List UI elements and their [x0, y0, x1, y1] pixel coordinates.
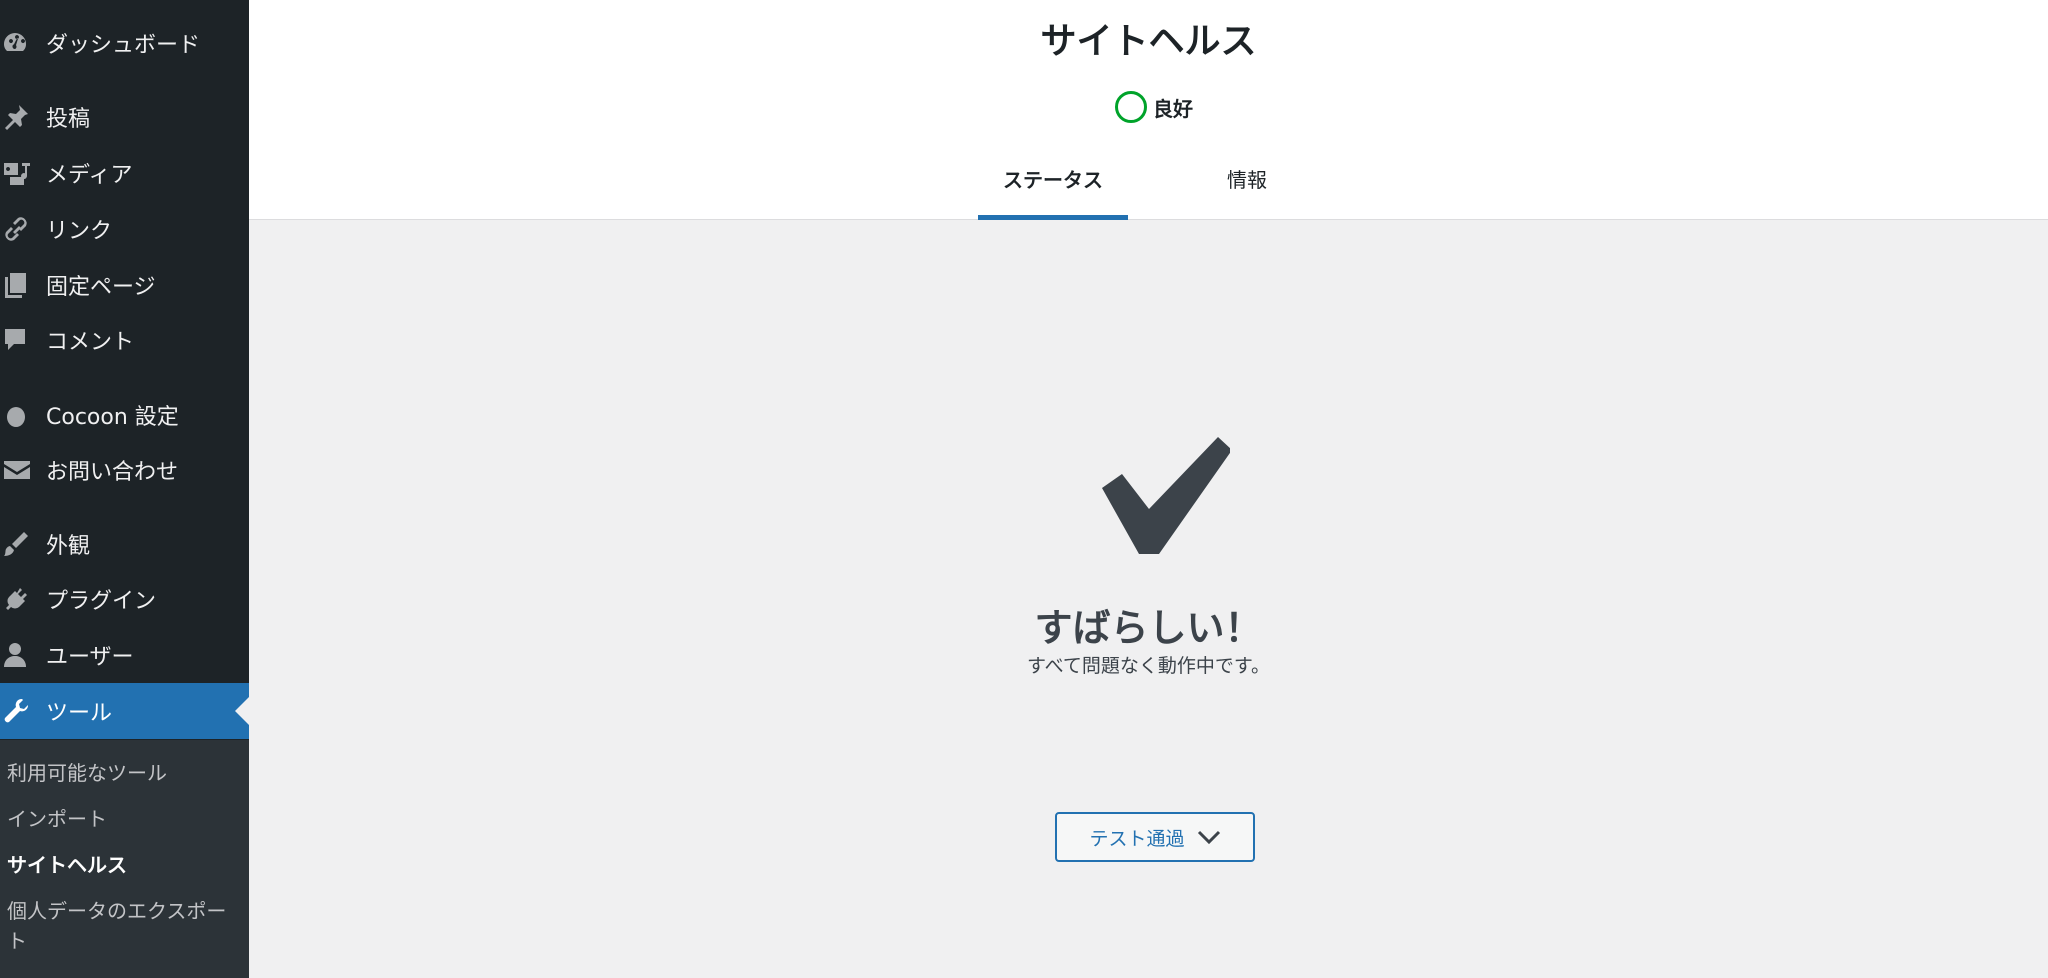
result-subtitle: すべて問題なく動作中です。: [1026, 655, 1270, 677]
sidebar-item-appearance[interactable]: 外観: [0, 518, 249, 570]
user-icon: [0, 629, 46, 681]
sidebar-item-label: プラグイン: [46, 589, 157, 614]
admin-sidebar: ダッシュボード 投稿 メディア リンク 固定ページ コメント Cocoon 設定…: [0, 0, 249, 978]
site-health-header: サイトヘルス 良好 ステータス 情報: [249, 0, 2048, 220]
sidebar-item-posts[interactable]: 投稿: [0, 91, 249, 143]
cocoon-icon: [0, 389, 46, 441]
submenu-item-available-tools[interactable]: 利用可能なツール: [7, 758, 167, 788]
link-icon: [0, 203, 46, 255]
sidebar-item-media[interactable]: メディア: [0, 147, 249, 199]
pin-icon: [0, 91, 46, 143]
tools-submenu: 利用可能なツール インポート サイトヘルス 個人データのエクスポー ト: [0, 740, 249, 978]
sidebar-item-label: ユーザー: [46, 645, 134, 670]
sidebar-item-users[interactable]: ユーザー: [0, 629, 249, 681]
media-icon: [0, 147, 46, 199]
sidebar-item-label: ダッシュボード: [46, 33, 201, 58]
passed-tests-toggle-button[interactable]: テスト通過: [1055, 812, 1255, 862]
sidebar-item-links[interactable]: リンク: [0, 203, 249, 255]
sidebar-item-label: 投稿: [46, 107, 91, 132]
sidebar-item-label: リンク: [46, 219, 113, 244]
sidebar-item-label: 固定ページ: [46, 275, 156, 300]
health-status: 良好: [1115, 91, 1193, 123]
result-title: すばらしい！: [1034, 606, 1263, 650]
pages-icon: [0, 259, 46, 311]
sidebar-item-label: Cocoon 設定: [46, 405, 179, 430]
sidebar-item-contact[interactable]: お問い合わせ: [0, 444, 249, 496]
chevron-down-icon: [1197, 830, 1220, 845]
active-indicator: [235, 697, 249, 725]
sidebar-item-tools[interactable]: ツール: [0, 683, 249, 739]
submenu-item-export-personal-data[interactable]: 個人データのエクスポー: [7, 896, 226, 926]
passed-tests-label: テスト通過: [1089, 827, 1185, 850]
mail-icon: [0, 444, 46, 496]
brush-icon: [0, 518, 46, 570]
submenu-item-site-health[interactable]: サイトヘルス: [7, 850, 127, 880]
tab-status[interactable]: ステータス: [978, 160, 1128, 220]
submenu-item-import[interactable]: インポート: [7, 804, 107, 834]
sidebar-item-label: コメント: [46, 330, 135, 355]
sidebar-item-label: 外観: [46, 534, 91, 559]
tab-info[interactable]: 情報: [1217, 160, 1277, 220]
status-text: 良好: [1153, 96, 1193, 121]
submenu-item-export-personal-data-wrap[interactable]: ト: [7, 926, 27, 956]
comment-icon: [0, 314, 46, 366]
plugin-icon: [0, 573, 46, 625]
page-title: サイトヘルス: [1040, 21, 1257, 62]
sidebar-item-comments[interactable]: コメント: [0, 314, 249, 366]
checkmark-icon: [1102, 437, 1230, 554]
sidebar-item-cocoon-settings[interactable]: Cocoon 設定: [0, 389, 249, 441]
main-content: すばらしい！ すべて問題なく動作中です。 テスト通過: [249, 221, 2048, 978]
sidebar-item-label: メディア: [46, 163, 133, 188]
wrench-icon: [0, 685, 46, 737]
sidebar-item-plugins[interactable]: プラグイン: [0, 573, 249, 625]
status-circle-icon: [1115, 91, 1147, 123]
sidebar-item-dashboard[interactable]: ダッシュボード: [0, 17, 249, 69]
sidebar-item-label: ツール: [46, 701, 113, 726]
sidebar-item-label: お問い合わせ: [46, 460, 179, 485]
sidebar-item-pages[interactable]: 固定ページ: [0, 259, 249, 311]
dashboard-icon: [0, 17, 46, 69]
